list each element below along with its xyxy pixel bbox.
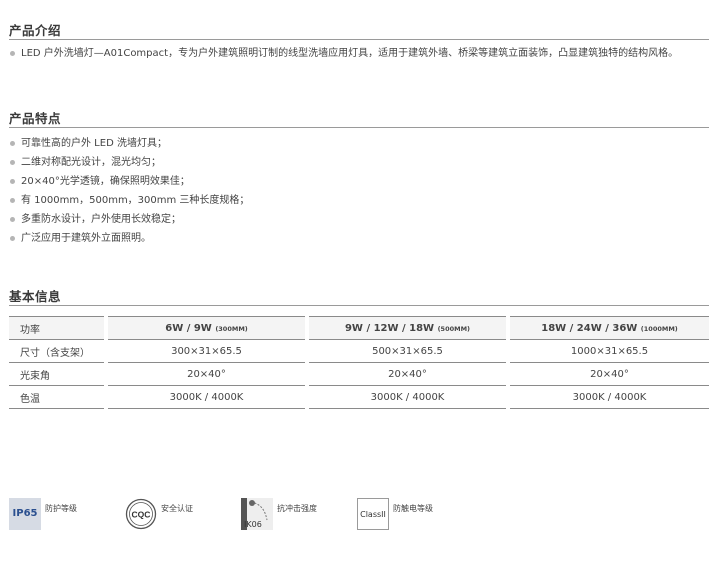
- table-row: 光束角 20×40° 20×40° 20×40°: [9, 362, 709, 386]
- impact-ik06-icon: IK06: [241, 498, 273, 530]
- class-ii-icon: ClassII: [357, 498, 389, 530]
- table-cell: 1000×31×65.5: [506, 339, 709, 363]
- ccc-certification-icon: CQC: [125, 498, 157, 530]
- ik-icon-text: IK06: [244, 520, 262, 529]
- section-divider: [9, 39, 709, 40]
- table-cell: 3000K / 4000K: [506, 385, 709, 409]
- list-item: 20×40°光学透镜，确保照明效果佳；: [10, 172, 249, 191]
- badge-caption: 抗冲击强度: [277, 504, 317, 513]
- section-title-intro: 产品介绍: [9, 23, 62, 38]
- list-item: 多重防水设计，户外使用长效稳定；: [10, 210, 249, 229]
- table-cell: 300×31×65.5: [104, 339, 307, 363]
- spec-table: 功率 6W / 9W (300MM) 9W / 12W / 18W (500MM…: [9, 316, 709, 409]
- ip65-icon: IP65: [9, 498, 41, 530]
- table-header-row: 功率 6W / 9W (300MM) 9W / 12W / 18W (500MM…: [9, 316, 709, 340]
- list-item: 广泛应用于建筑外立面照明。: [10, 229, 249, 248]
- table-cell: 500×31×65.5: [305, 339, 508, 363]
- intro-list: LED 户外洗墙灯—A01Compact，专为户外建筑照明订制的线型洗墙应用灯具…: [10, 44, 678, 63]
- features-list: 可靠性高的户外 LED 洗墙灯具； 二维对称配光设计，混光均匀； 20×40°光…: [10, 134, 249, 248]
- table-header-cell: 18W / 24W / 36W (1000MM): [506, 316, 709, 340]
- badge-caption: 安全认证: [161, 504, 193, 513]
- badge-caption: 防护等级: [45, 504, 77, 513]
- row-label: 尺寸（含支架）: [9, 339, 106, 363]
- length-note: (300MM): [215, 324, 248, 333]
- list-item: LED 户外洗墙灯—A01Compact，专为户外建筑照明订制的线型洗墙应用灯具…: [10, 44, 678, 63]
- power-value: 18W / 24W / 36W: [541, 322, 638, 334]
- table-cell: 3000K / 4000K: [305, 385, 508, 409]
- table-cell: 20×40°: [305, 362, 508, 386]
- badge-caption: 防触电等级: [393, 504, 433, 513]
- section-divider: [9, 305, 709, 306]
- table-header-cell: 9W / 12W / 18W (500MM): [305, 316, 508, 340]
- table-row: 尺寸（含支架） 300×31×65.5 500×31×65.5 1000×31×…: [9, 339, 709, 363]
- list-item: 有 1000mm，500mm，300mm 三种长度规格；: [10, 191, 249, 210]
- table-cell: 20×40°: [506, 362, 709, 386]
- row-label: 光束角: [9, 362, 106, 386]
- table-header-label: 功率: [9, 316, 106, 340]
- list-item: 可靠性高的户外 LED 洗墙灯具；: [10, 134, 249, 153]
- table-cell: 3000K / 4000K: [104, 385, 307, 409]
- table-row: 色温 3000K / 4000K 3000K / 4000K 3000K / 4…: [9, 385, 709, 409]
- section-divider: [9, 127, 709, 128]
- section-title-info: 基本信息: [9, 289, 62, 304]
- length-note: (1000MM): [640, 324, 678, 333]
- table-header-cell: 6W / 9W (300MM): [104, 316, 307, 340]
- row-label: 色温: [9, 385, 106, 409]
- section-title-features: 产品特点: [9, 111, 62, 126]
- power-value: 6W / 9W: [165, 322, 212, 334]
- length-note: (500MM): [437, 324, 471, 333]
- ccc-icon-text: CQC: [132, 510, 151, 520]
- list-item: 二维对称配光设计，混光均匀；: [10, 153, 249, 172]
- table-cell: 20×40°: [104, 362, 307, 386]
- power-value: 9W / 12W / 18W: [344, 322, 435, 334]
